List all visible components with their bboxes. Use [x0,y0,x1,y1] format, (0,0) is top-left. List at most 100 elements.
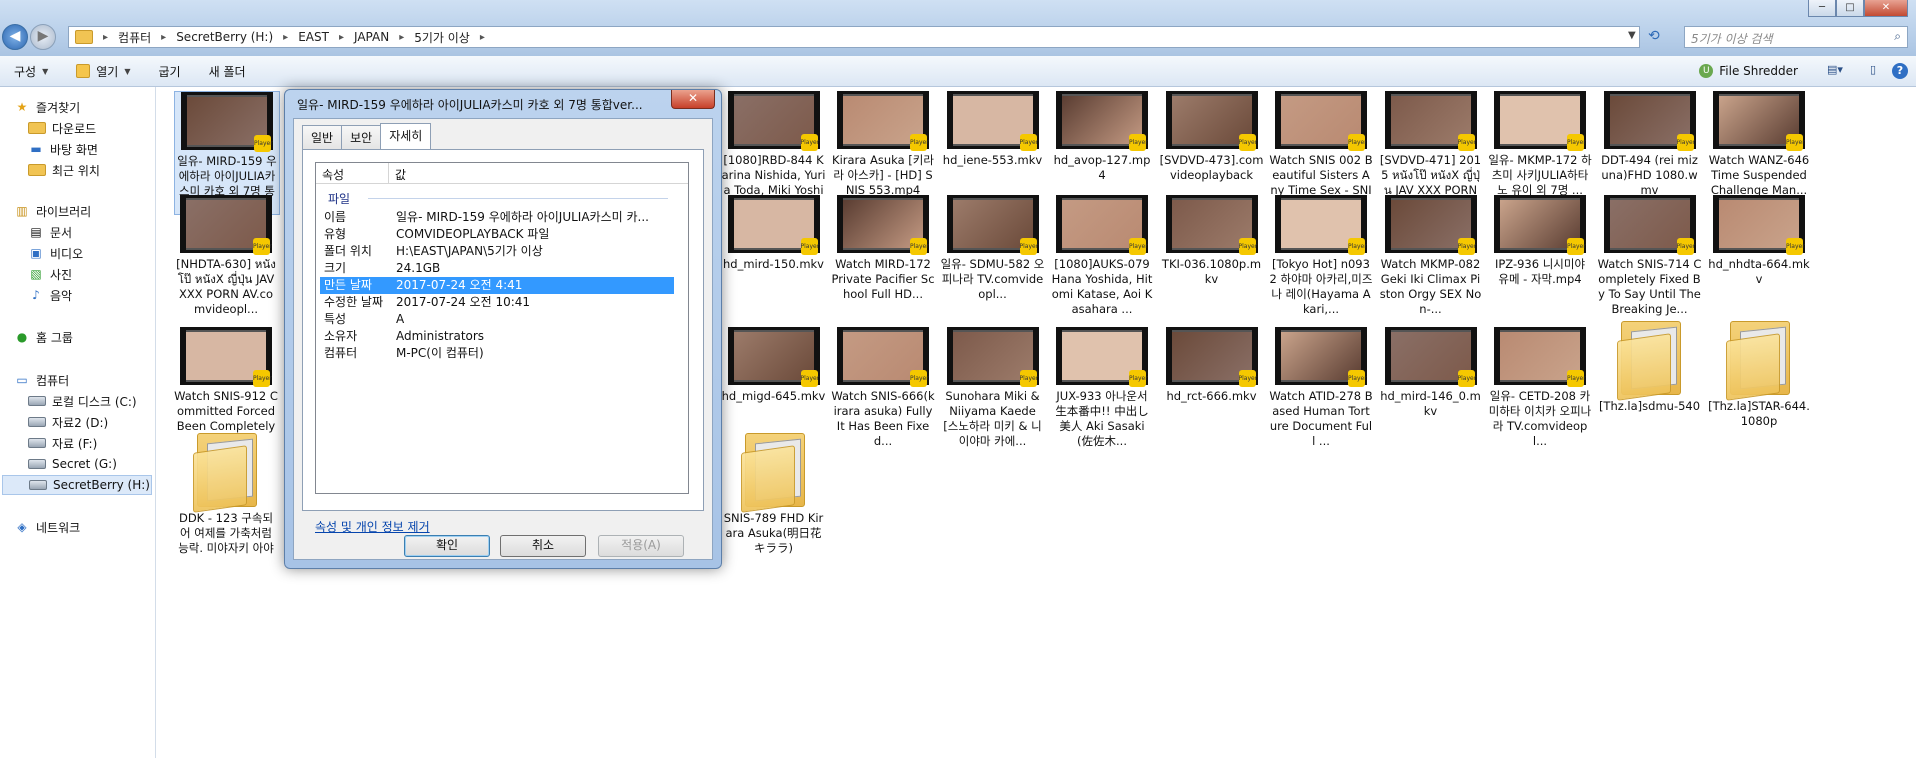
video-thumbnail: Player [1056,327,1148,387]
close-window-button[interactable]: ✕ [1864,0,1908,17]
folder-item[interactable]: [Thz.la]sdmu-540 [1598,315,1702,414]
address-bar[interactable]: ▸ 컴퓨터 ▸ SecretBerry (H:) ▸ EAST ▸ JAPAN … [68,26,1640,48]
nav-drive-g[interactable]: Secret (G:) [28,454,117,474]
search-icon[interactable]: ⌕ [1894,29,1901,44]
tab-general[interactable]: 일반 [302,125,343,151]
property-row[interactable]: 소유자 Administrators [320,328,674,345]
burn-button[interactable]: 굽기 [145,63,195,80]
property-row[interactable]: 유형 COMVIDEOPLAYBACK 파일 [320,226,674,243]
nav-network[interactable]: ◈ 네트워크 [14,517,80,537]
file-item[interactable]: Player Watch MIRD-172 Private Pacifier Sc… [831,195,935,302]
folder-item[interactable]: [Thz.la]STAR-644.1080p [1707,315,1811,429]
file-item[interactable]: Player Watch SNIS-714 Completely Fixed By… [1598,195,1702,317]
cancel-button[interactable]: 취소 [500,535,586,557]
property-row[interactable]: 만든 날짜 2017-07-24 오전 4:41 [320,277,674,294]
file-item[interactable]: Player Watch SNIS-666(kirara asuka) Fully… [831,327,935,449]
file-item[interactable]: Player JUX-933 아나운서 生本番中!! 中出し美人 Aki Sasa… [1050,327,1154,449]
file-item[interactable]: Player Watch MKMP-082 Geki Iki Climax Pis… [1379,195,1483,317]
column-value[interactable]: 값 [389,163,412,183]
back-button[interactable]: ◀ [2,24,28,50]
apply-button[interactable]: 적용(A) [598,535,684,557]
breadcrumb-east[interactable]: EAST [298,30,329,44]
nav-drive-d[interactable]: 자료2 (D:) [28,412,108,432]
nav-drive-f[interactable]: 자료 (F:) [28,433,97,453]
search-input[interactable]: 5기가 이상 검색 ⌕ [1684,26,1908,48]
organize-button[interactable]: 구성 ▼ [0,63,62,80]
column-property[interactable]: 속성 [316,163,389,183]
nav-label: 다운로드 [52,121,97,136]
forward-button[interactable]: ▶ [30,24,56,50]
file-item[interactable]: Player 일유- MKMP-172 하츠미 사키JULIA하타노 유이 외 7… [1488,91,1592,198]
file-item[interactable]: Player [Tokyo Hot] n0932 하야마 아카리,미즈나 레이(H… [1269,195,1373,317]
property-row[interactable]: 특성 A [320,311,674,328]
tab-details[interactable]: 자세히 [380,123,432,149]
property-row[interactable]: 이름 일유- MIRD-159 우에하라 아이JULIA카스미 카... [320,209,674,226]
nav-drive-c[interactable]: 로컬 디스크 (C:) [28,391,137,411]
nav-desktop[interactable]: ▬ 바탕 화면 [28,139,98,159]
file-item[interactable]: Player hd_rct-666.mkv [1160,327,1264,404]
file-item[interactable]: Player [SVDVD-473].comvideoplayback [1160,91,1264,183]
tab-security[interactable]: 보안 [341,125,382,151]
file-item[interactable]: Player hd_mird-150.mkv [722,195,826,272]
nav-pictures[interactable]: ▧ 사진 [28,264,72,284]
nav-recent[interactable]: 최근 위치 [28,160,100,180]
folder-item[interactable]: DDK - 123 구속되어 여제를 가축처럼 능락. 미야자키 아야 [174,427,278,556]
view-options-icon[interactable]: ▤▾ [1826,63,1844,79]
file-item[interactable]: Player TKI-036.1080p.mkv [1160,195,1264,287]
open-button[interactable]: 열기 ▼ [62,63,144,80]
player-badge-icon: Player [1457,370,1476,387]
file-item[interactable]: Player hd_mird-146_0.mkv [1379,327,1483,419]
video-thumbnail: Player [180,327,272,387]
shredder-icon: U [1699,64,1714,78]
breadcrumb-current[interactable]: 5기가 이상 [414,29,470,46]
property-value: M-PC(이 컴퓨터) [396,346,484,360]
chevron-right-icon: ▸ [161,31,167,43]
file-item[interactable]: Player hd_avop-127.mp4 [1050,91,1154,183]
file-item[interactable]: Player hd_iene-553.mkv [941,91,1045,168]
breadcrumb-japan[interactable]: JAPAN [354,30,389,44]
file-item[interactable]: Player [NHDTA-630] หนังโป๊ หนังX ญี่ปุ่น … [174,195,278,317]
property-list[interactable]: 속성 값 파일 이름 일유- MIRD-159 우에하라 아이JULIA카스미 카… [315,162,689,494]
nav-videos[interactable]: ▣ 비디오 [28,243,83,263]
minimize-button[interactable]: ─ [1808,0,1836,17]
remove-properties-link[interactable]: 속성 및 개인 정보 제거 [315,518,430,535]
nav-libraries[interactable]: ▥ 라이브러리 [14,201,91,221]
nav-favorites[interactable]: ★ 즐겨찾기 [14,97,81,117]
video-thumbnail: Player [1384,327,1477,387]
file-item[interactable]: Player Sunohara Miki & Niiyama Kaede [스노하… [941,327,1045,449]
file-shredder-button[interactable]: U File Shredder [1681,64,1816,78]
nav-drive-h[interactable]: SecretBerry (H:) [2,475,152,495]
file-item[interactable]: Player hd_nhdta-664.mkv [1707,195,1811,287]
refresh-icon[interactable]: ⟲ [1648,28,1660,44]
preview-pane-icon[interactable]: ▯ [1864,63,1882,79]
property-row[interactable]: 수정한 날짜 2017-07-24 오전 10:41 [320,294,674,311]
new-folder-button[interactable]: 새 폴더 [195,63,260,80]
help-icon[interactable]: ? [1892,63,1908,79]
file-item[interactable]: Player DDT-494 (rei mizuna)FHD 1080.wmv [1598,91,1702,198]
file-item[interactable]: Player 일유- CETD-208 카미하타 이치카 오피나라 TV.comv… [1488,327,1592,449]
property-row[interactable]: 크기 24.1GB [320,260,674,277]
nav-homegroup[interactable]: ● 홈 그룹 [14,327,73,347]
property-row[interactable]: 폴더 위치 H:\EAST\JAPAN\5기가 이상 [320,243,674,260]
property-row[interactable]: 컴퓨터 M-PC(이 컴퓨터) [320,345,674,362]
file-item[interactable]: Player 일유- SDMU-582 오피나라 TV.comvideopl... [941,195,1045,302]
ok-button[interactable]: 확인 [404,535,490,557]
nav-computer[interactable]: ▭ 컴퓨터 [14,370,69,390]
nav-documents[interactable]: ▤ 문서 [28,222,72,242]
property-key: 이름 [324,210,347,224]
nav-music[interactable]: ♪ 음악 [28,285,72,305]
maximize-button[interactable]: □ [1836,0,1864,17]
nav-downloads[interactable]: 다운로드 [28,118,96,138]
player-badge-icon: Player [1129,134,1148,151]
file-item[interactable]: Player [1080]AUKS-079 Hana Yoshida, Hitom… [1050,195,1154,317]
file-item[interactable]: Player hd_migd-645.mkv [722,327,826,404]
dialog-close-button[interactable]: ✕ [671,90,715,109]
address-dropdown-icon[interactable]: ▼ [1628,30,1636,41]
file-item[interactable]: Player Kirara Asuka [키라라 아스카] - [HD] SNIS… [831,91,935,198]
folder-item[interactable]: SNIS-789 FHD Kirara Asuka(明日花キララ) [722,427,826,556]
file-item[interactable]: Player Watch ATID-278 Based Human Torture… [1269,327,1373,449]
file-item[interactable]: Player IPZ-936 니시미야 유메 - 자막.mp4 [1488,195,1592,287]
file-item[interactable]: Player Watch WANZ-646 Time Suspended Chal… [1707,91,1811,198]
breadcrumb-computer[interactable]: 컴퓨터 [118,29,151,46]
breadcrumb-drive[interactable]: SecretBerry (H:) [176,30,273,44]
